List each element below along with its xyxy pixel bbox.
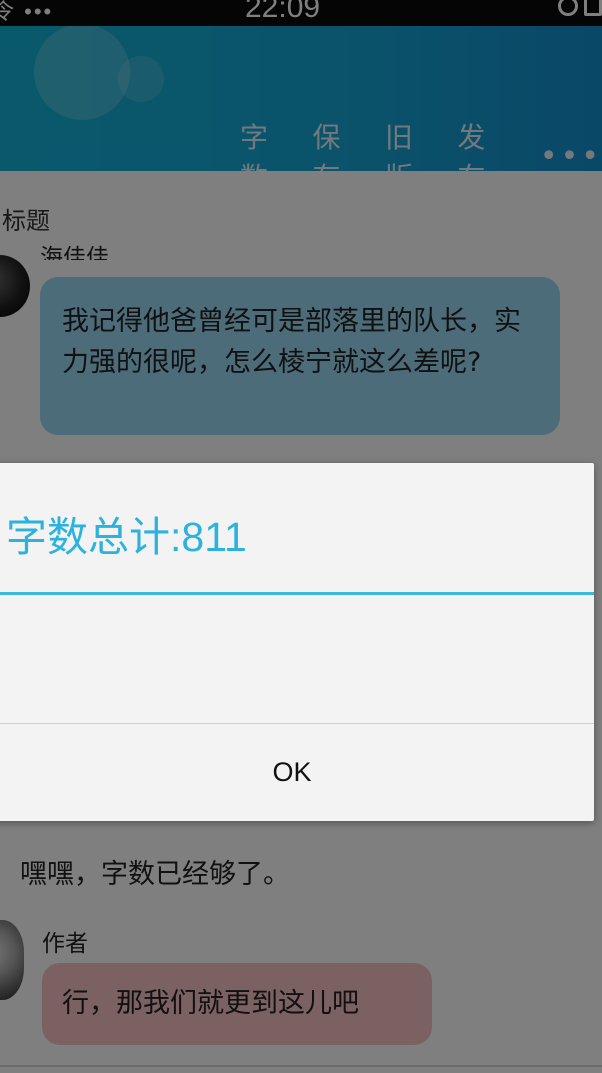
dialog-body — [0, 595, 594, 723]
ok-button[interactable]: OK — [0, 724, 594, 821]
word-count-dialog: 字数总计:811 OK — [0, 463, 594, 821]
dialog-title: 字数总计:811 — [6, 514, 247, 560]
